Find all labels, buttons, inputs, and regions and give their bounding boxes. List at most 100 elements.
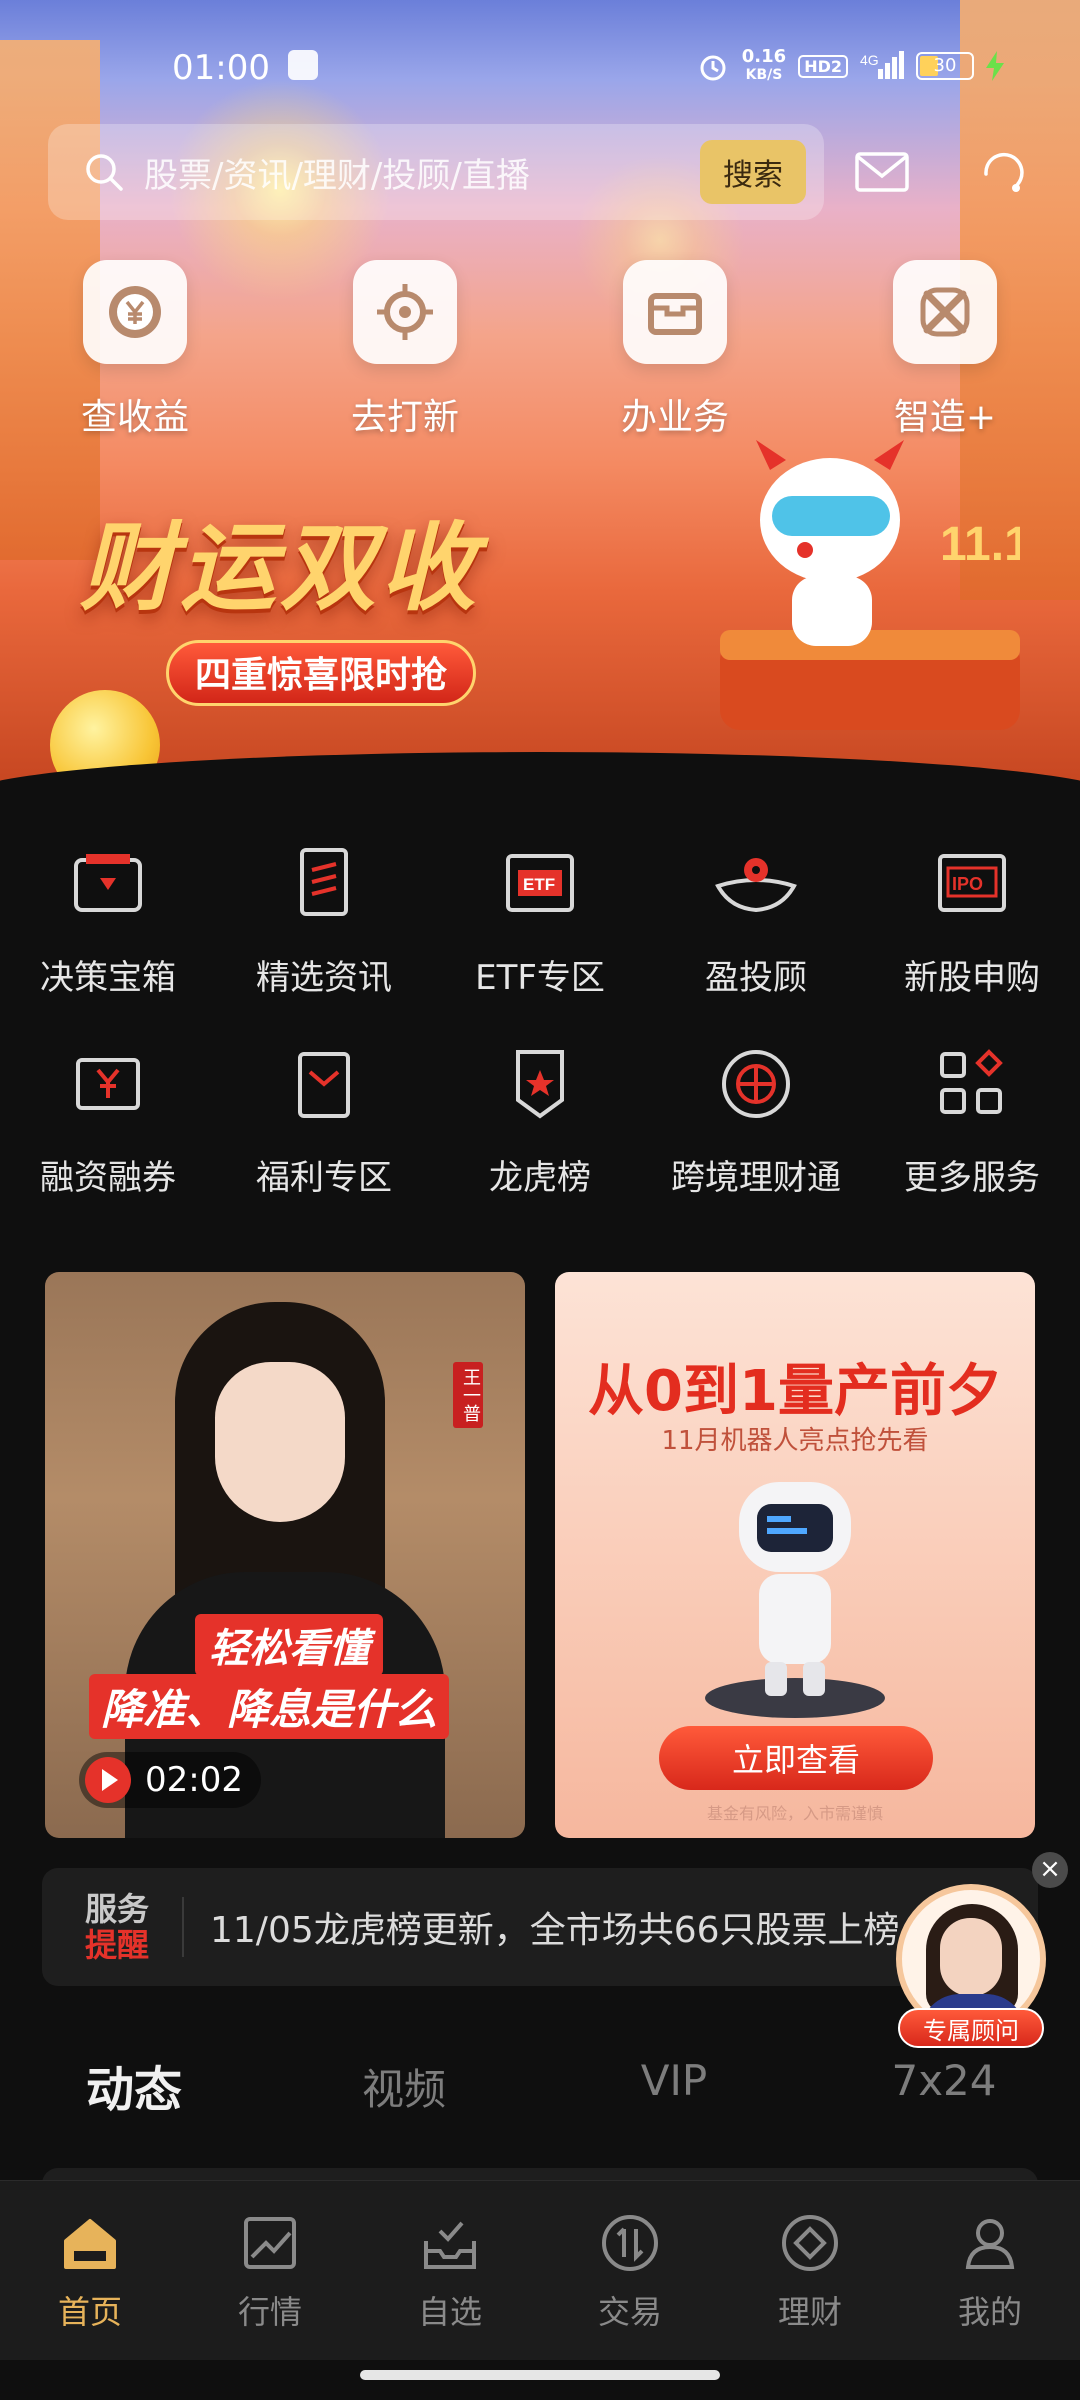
nav-watchlist[interactable]: 自选: [360, 2211, 540, 2333]
chart-icon: [244, 2217, 296, 2269]
video-tag-1: 轻松看懂: [195, 1614, 383, 1676]
service-label: 福利专区: [256, 1158, 392, 1198]
banner-tag: 11.11: [940, 518, 1020, 571]
search-input[interactable]: 股票/资讯/理财/投顾/直播: [144, 148, 700, 197]
service-margin[interactable]: 融资融券: [0, 1040, 216, 1199]
play-button[interactable]: 02:02: [79, 1752, 261, 1808]
content-tabs: 动态 视频 VIP 7x24: [0, 2050, 1080, 2130]
mail-icon[interactable]: [854, 148, 910, 196]
advisor-label[interactable]: 专属顾问: [898, 2008, 1044, 2048]
service-label: 新股申购: [904, 958, 1040, 998]
ad-card[interactable]: 从0到1量产前夕 11月机器人亮点抢先看 立即查看 基金有风险，入市需谨慎: [555, 1272, 1035, 1838]
globe-icon: [722, 1050, 790, 1118]
service-label: 龙虎榜: [489, 1158, 591, 1198]
ipo-icon: IPO: [938, 854, 1006, 912]
service-news[interactable]: 精选资讯: [216, 840, 432, 999]
customer-service-icon[interactable]: [976, 148, 1032, 196]
service-label: ETF专区: [475, 958, 605, 998]
nav-label: 我的: [957, 2293, 1022, 2331]
robot-icon: [705, 1482, 885, 1718]
nav-home[interactable]: 首页: [0, 2211, 180, 2333]
service-welfare[interactable]: 福利专区: [216, 1040, 432, 1199]
ad-subtitle: 11月机器人亮点抢先看: [661, 1426, 929, 1456]
video-card[interactable]: 王一普 轻松看懂 降准、降息是什么 02:02: [45, 1272, 525, 1838]
close-icon[interactable]: ×: [1032, 1852, 1068, 1888]
search-bar[interactable]: 股票/资讯/理财/投顾/直播 搜索: [48, 124, 824, 220]
quick-action-zhizao[interactable]: 智造+: [855, 260, 1035, 440]
apps-grid-icon: [940, 1049, 1003, 1114]
service-label: 精选资讯: [256, 958, 392, 998]
service-etf[interactable]: ETF ETF专区: [432, 840, 648, 999]
tab-video[interactable]: 视频: [294, 2056, 514, 2117]
tab-7x24[interactable]: 7x24: [834, 2056, 1054, 2105]
advisor-boat-icon: [715, 858, 797, 913]
search-icon: [86, 154, 123, 191]
battery-icon: 30: [916, 52, 974, 80]
bottom-nav: 首页 行情 自选 交易 理财 我的: [0, 2180, 1080, 2360]
ad-title: 从0到1量产前夕: [588, 1359, 1002, 1424]
hero-wave: [0, 752, 1080, 800]
svg-text:IPO: IPO: [952, 874, 983, 894]
video-tag-2: 降准、降息是什么: [89, 1674, 450, 1739]
nav-label: 自选: [417, 2293, 482, 2331]
nav-label: 首页: [57, 2293, 122, 2331]
quick-action-income[interactable]: 查收益: [45, 260, 225, 440]
service-decision-box[interactable]: 决策宝箱: [0, 840, 216, 999]
service-label: 决策宝箱: [40, 958, 176, 998]
search-button[interactable]: 搜索: [700, 140, 806, 204]
nav-trade[interactable]: 交易: [540, 2211, 720, 2333]
margin-yen-icon: [76, 1058, 140, 1110]
service-cross-border[interactable]: 跨境理财通: [648, 1040, 864, 1199]
tab-vip[interactable]: VIP: [564, 2056, 784, 2105]
target-icon: [377, 284, 433, 340]
service-dragon-tiger[interactable]: 龙虎榜: [432, 1040, 648, 1199]
alarm-icon: [700, 55, 726, 81]
quick-action-label: 查收益: [80, 397, 189, 438]
service-label: 盈投顾: [705, 958, 807, 998]
quick-action-label: 去打新: [350, 397, 459, 438]
shield-star-icon: [516, 1050, 564, 1119]
banner-title: 财运双收: [80, 512, 480, 624]
trade-icon: [602, 2215, 658, 2271]
gift-icon: [298, 1052, 350, 1118]
notice-badge: 服务 提醒: [84, 1890, 149, 1964]
banner-subtitle[interactable]: 四重惊喜限时抢: [166, 640, 477, 706]
gesture-bar[interactable]: [360, 2370, 720, 2380]
net-speed: 0.16 KB/S: [741, 46, 787, 84]
nav-wealth[interactable]: 理财: [720, 2211, 900, 2333]
video-duration: 02:02: [145, 1760, 243, 1800]
notice-text[interactable]: 11/05龙虎榜更新，全市场共66只股票上榜: [210, 1901, 900, 1953]
svg-text:4G: 4G: [860, 52, 879, 68]
quick-action-business[interactable]: 办业务: [585, 260, 765, 440]
nav-label: 行情: [237, 2293, 302, 2331]
service-new-stock[interactable]: IPO 新股申购: [864, 840, 1080, 999]
quick-action-label: 智造+: [893, 397, 997, 438]
service-label: 更多服务: [904, 1158, 1040, 1198]
presenter-name-tag: 王一普: [453, 1362, 483, 1428]
svg-text:ETF: ETF: [523, 875, 555, 894]
watchlist-icon: [424, 2221, 476, 2269]
news-icon: [300, 848, 348, 916]
status-time: 01:00: [172, 48, 270, 88]
quick-action-ipo[interactable]: 去打新: [315, 260, 495, 440]
hd-badge: HD2: [798, 54, 848, 78]
treasure-box-icon: [74, 854, 142, 912]
nav-profile[interactable]: 我的: [900, 2211, 1080, 2333]
tab-dynamic[interactable]: 动态: [24, 2050, 244, 2120]
cow-mascot-icon: 11.11: [720, 440, 1020, 730]
nav-market[interactable]: 行情: [180, 2211, 360, 2333]
service-more[interactable]: 更多服务: [864, 1040, 1080, 1199]
nav-label: 交易: [597, 2293, 662, 2331]
nav-label: 理财: [777, 2293, 842, 2331]
wealth-icon: [782, 2215, 838, 2271]
home-icon: [64, 2219, 116, 2269]
signal-icon: 4G: [860, 51, 904, 79]
profile-icon: [965, 2219, 1015, 2269]
ad-disclaimer: 基金有风险，入市需谨慎: [706, 1804, 883, 1823]
service-label: 跨境理财通: [671, 1158, 841, 1198]
view-now-button[interactable]: 立即查看: [659, 1726, 933, 1790]
service-notice[interactable]: 服务 提醒 11/05龙虎榜更新，全市场共66只股票上榜: [42, 1868, 1038, 1986]
charging-icon: [986, 51, 1004, 81]
infinity-icon: [920, 287, 970, 337]
service-advisor[interactable]: 盈投顾: [648, 840, 864, 999]
